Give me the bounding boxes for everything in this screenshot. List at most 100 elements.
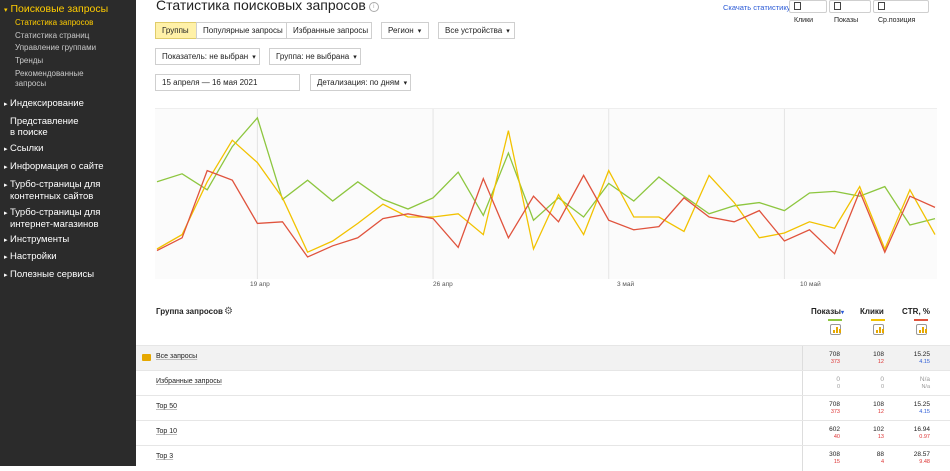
query-group-link[interactable]: Top 10 — [156, 428, 177, 435]
query-group-link[interactable]: Top 3 — [156, 453, 173, 460]
x-tick-label: 26 апр — [433, 281, 453, 288]
sidebar-item-label: в поиске — [10, 127, 48, 138]
sidebar-item-turbo-shops[interactable]: ▸ Турбо-страницы для интернет-магазинов — [4, 207, 100, 230]
bar-chart-icon[interactable] — [142, 354, 151, 361]
cell-shows: 708 373 — [800, 351, 840, 366]
x-tick-label: 19 апр — [250, 281, 270, 288]
cell-value: 102 — [873, 426, 884, 433]
devices-select[interactable]: Все устройства ▾ — [438, 22, 515, 39]
sidebar-subitem-recommended[interactable]: Рекомендованные — [15, 69, 84, 79]
cell-compare-value: N/a — [921, 383, 930, 390]
bar-chart-icon[interactable] — [830, 324, 841, 335]
cell-value: 602 — [829, 426, 840, 433]
sidebar-item-turbo-content[interactable]: ▸ Турбо-страницы для контентных сайтов — [4, 179, 100, 202]
table-row[interactable]: Избранные запросы 0 0 0 0 N/a N/a — [136, 370, 950, 396]
sidebar-item-useful-services[interactable]: ▸ Полезные сервисы — [4, 269, 94, 281]
query-group-link[interactable]: Избранные запросы — [156, 378, 222, 385]
x-tick-label: 10 май — [800, 281, 821, 288]
line-chart — [155, 108, 937, 279]
cell-ctr: 28.57 9.48 — [890, 451, 930, 466]
sidebar-subitem-page-stats[interactable]: Статистика страниц — [15, 31, 89, 41]
sidebar-item-label: Информация о сайте — [10, 161, 104, 172]
cell-value: N/a — [919, 376, 930, 383]
tab-label: Ср.позиция — [878, 17, 916, 24]
cell-clicks: 00 — [844, 376, 884, 391]
chevron-down-icon: ▾ — [252, 54, 256, 61]
filter-groups-button[interactable]: Группы — [155, 22, 197, 39]
cell-ctr: 16.94 0.97 — [890, 426, 930, 441]
sidebar-item-links[interactable]: ▸ Ссылки — [4, 143, 43, 155]
group-select[interactable]: Группа: не выбрана ▾ — [269, 48, 361, 65]
tab-label: Показы — [834, 17, 859, 24]
column-header-clicks[interactable]: Клики — [860, 307, 884, 316]
group-label: Группа: не выбрана — [276, 52, 350, 61]
column-header-shows[interactable]: Показы▾ — [811, 307, 844, 316]
table-row[interactable]: Top 3 308 15 88 4 28.57 9.48 — [136, 445, 950, 471]
query-group-link[interactable]: Top 50 — [156, 403, 177, 410]
sidebar-subitem-manage-groups[interactable]: Управление группами — [15, 43, 96, 53]
bar-chart-icon[interactable] — [916, 324, 927, 335]
sidebar-item-label: Настройки — [10, 251, 57, 262]
sidebar-item-site-info[interactable]: ▸ Информация о сайте — [4, 161, 104, 173]
detail-select[interactable]: Детализация: по дням ▾ — [310, 74, 411, 91]
gear-icon[interactable]: ⚙ — [224, 306, 233, 317]
table-row[interactable]: Top 50 708 373 108 12 15.25 4.15 — [136, 395, 950, 421]
cell-compare-value: 12 — [877, 358, 884, 365]
tab-avg-position[interactable]: Ср.позиция — [873, 0, 929, 24]
sidebar-item-indexing[interactable]: ▸ Индексирование — [4, 98, 84, 110]
cell-compare-value: 12 — [877, 408, 884, 415]
info-icon[interactable]: i — [368, 2, 379, 12]
tab-clicks[interactable]: Клики — [789, 0, 827, 24]
indicator-select[interactable]: Показатель: не выбран ▾ — [155, 48, 260, 65]
cell-value: 708 — [829, 351, 840, 358]
cell-shows: 00 — [800, 376, 840, 391]
devices-label: Все устройства — [445, 26, 503, 35]
cell-compare-value: 0 — [880, 383, 884, 390]
bar-chart-icon[interactable] — [873, 324, 884, 335]
filter-popular-button[interactable]: Популярные запросы — [196, 22, 287, 39]
chevron-down-icon: ▾ — [353, 54, 357, 61]
table-row[interactable]: Top 10 602 40 102 13 16.94 0.97 — [136, 420, 950, 446]
sidebar-item-label: Представление — [10, 116, 79, 127]
cell-value: 108 — [873, 351, 884, 358]
sidebar-subitem-trends[interactable]: Тренды — [15, 56, 43, 66]
cell-compare-value: 40 — [833, 433, 840, 440]
table-header-group: Группа запросов — [156, 307, 223, 316]
sort-arrow-icon: ▾ — [841, 310, 845, 316]
cell-compare-value: 4.15 — [919, 358, 930, 365]
sidebar-subitem-recommended-cont[interactable]: запросы — [15, 79, 46, 89]
cell-value: 28.57 — [913, 451, 930, 458]
series-line-CTR — [156, 169, 936, 258]
series-color-shows — [828, 319, 842, 321]
cell-shows: 308 15 — [800, 451, 840, 466]
cell-compare-value: 0 — [836, 383, 840, 390]
download-stats-link[interactable]: Скачать статистику — [723, 3, 790, 12]
sidebar-item-label: Поисковые запросы — [10, 3, 109, 15]
cell-ctr: 15.25 4.15 — [890, 351, 930, 366]
cell-compare-value: 15 — [833, 458, 840, 465]
sidebar-item-settings[interactable]: ▸ Настройки — [4, 251, 57, 263]
sidebar-item-tools[interactable]: ▸ Инструменты — [4, 234, 69, 246]
column-header-ctr[interactable]: CTR, % — [902, 307, 930, 316]
date-range-input[interactable]: 15 апреля — 16 мая 2021 — [155, 74, 300, 91]
filter-favorites-button[interactable]: Избранные запросы — [286, 22, 372, 39]
indicator-label: Показатель: не выбран — [162, 52, 249, 61]
cell-clicks: 108 12 — [844, 351, 884, 366]
tab-shows[interactable]: Показы — [829, 0, 871, 24]
sidebar-subitem-query-stats[interactable]: Статистика запросов — [15, 18, 93, 28]
cell-value: 88 — [876, 451, 884, 458]
chevron-down-icon: ▾ — [417, 28, 422, 35]
page-title: Статистика поисковых запросов i — [156, 0, 379, 13]
cell-compare-value: 9.48 — [919, 458, 930, 465]
cell-compare-value: 4 — [880, 458, 884, 465]
query-group-link[interactable]: Все запросы — [156, 353, 197, 360]
sidebar-item-search-queries[interactable]: ▾ Поисковые запросы — [4, 3, 108, 15]
region-select[interactable]: Регион ▾ — [381, 22, 429, 39]
cell-value: 308 — [829, 451, 840, 458]
sidebar-item-label: Инструменты — [10, 234, 70, 245]
sidebar-item-search-appearance[interactable]: Представление в поиске — [10, 116, 79, 138]
cell-compare-value: 0.97 — [919, 433, 930, 440]
cell-clicks: 102 13 — [844, 426, 884, 441]
chart-svg — [156, 109, 936, 279]
table-row[interactable]: Все запросы 708 373 108 12 15.25 4.15 — [136, 345, 950, 371]
